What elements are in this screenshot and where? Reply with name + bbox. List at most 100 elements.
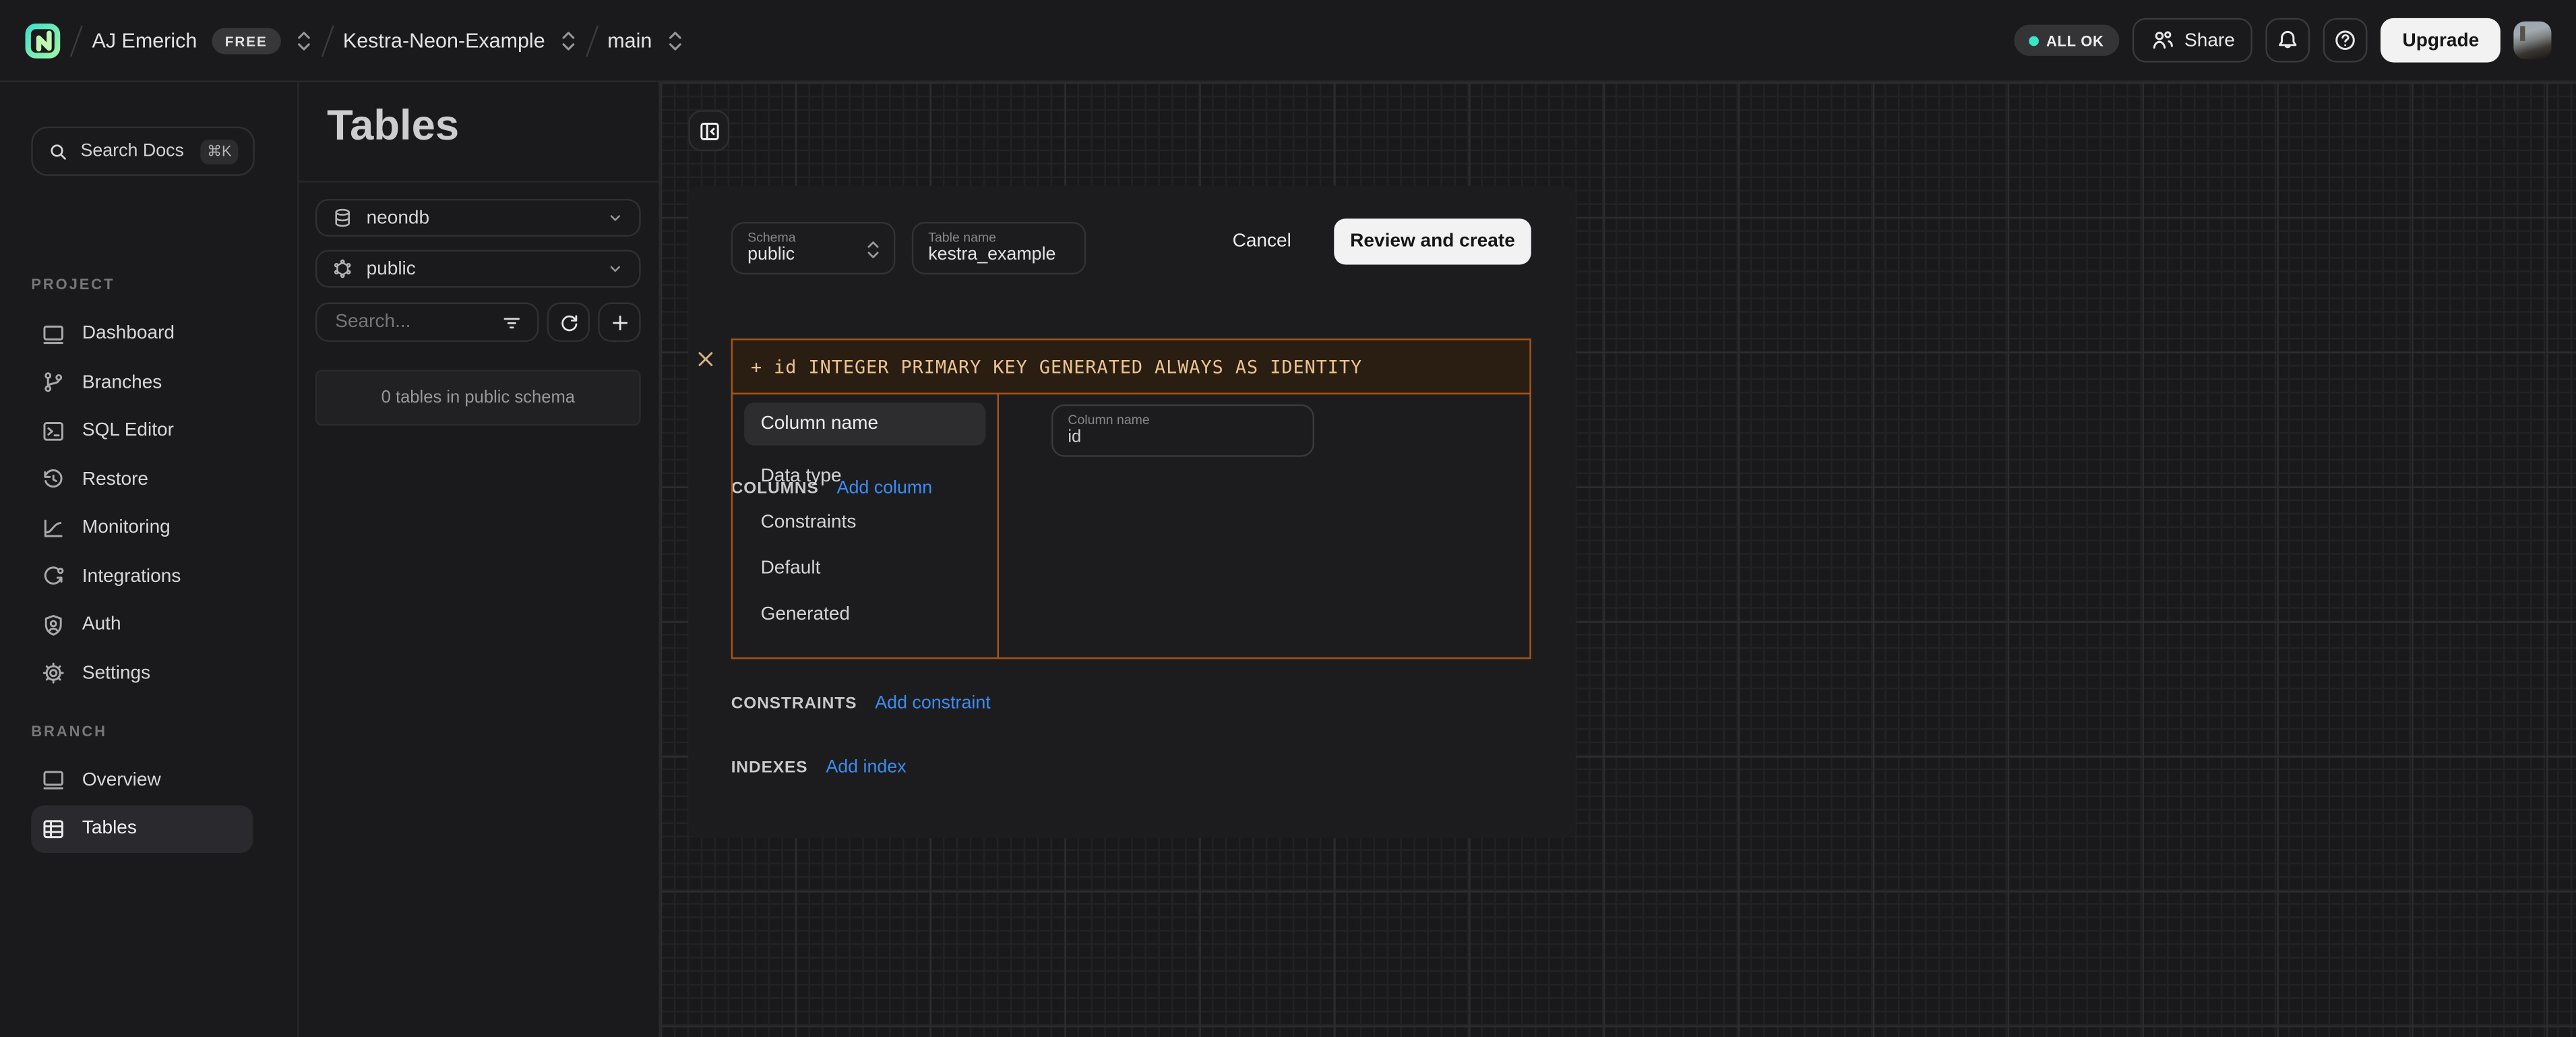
column-name-field-label: Column name [1068, 413, 1297, 427]
search-docs-label: Search Docs [80, 142, 184, 161]
sidebar-item-label: Dashboard [82, 324, 175, 344]
share-label: Share [2184, 30, 2235, 50]
project-section-label: PROJECT [31, 276, 115, 293]
remove-column-button[interactable] [695, 349, 716, 370]
sidebar-item-restore[interactable]: Restore [31, 455, 253, 504]
add-table-button[interactable] [598, 303, 640, 343]
collapse-panel-button[interactable] [688, 110, 729, 151]
sidebar-item-dashboard[interactable]: Dashboard [31, 309, 253, 358]
filter-icon[interactable] [501, 312, 522, 333]
sidebar-item-label: SQL Editor [82, 421, 174, 441]
upgrade-button[interactable]: Upgrade [2381, 18, 2501, 63]
branch-section-label: BRANCH [31, 723, 107, 740]
add-constraint-link[interactable]: Add constraint [875, 694, 990, 713]
tab-generated[interactable]: Generated [744, 605, 985, 624]
project-nav: Dashboard Branches SQL Editor Restore [0, 309, 297, 697]
constraints-label: CONSTRAINTS [731, 695, 857, 713]
search-docs-button[interactable]: Search Docs ⌘K [31, 127, 255, 176]
sidebar-item-label: Overview [82, 771, 161, 790]
cancel-button[interactable]: Cancel [1233, 232, 1291, 251]
empty-state: 0 tables in public schema [315, 369, 641, 425]
branch-selector-icon[interactable] [667, 29, 683, 52]
panel-divider [299, 181, 659, 182]
tab-column-name[interactable]: Column name [744, 403, 985, 445]
schema-field-label: Schema [747, 230, 879, 245]
plan-badge: FREE [212, 27, 280, 53]
refresh-button[interactable] [547, 303, 590, 343]
branch-name[interactable]: main [607, 29, 652, 52]
select-updown-icon [866, 238, 881, 261]
bell-icon [2276, 28, 2301, 53]
tab-constraints[interactable]: Constraints [744, 513, 985, 533]
sidebar-item-settings[interactable]: Settings [31, 649, 253, 698]
tab-data-type[interactable]: Data type [744, 467, 985, 486]
shortcut-badge: ⌘K [200, 139, 238, 164]
sidebar-item-label: Tables [82, 819, 137, 838]
neon-logo-icon[interactable] [25, 20, 61, 60]
add-index-link[interactable]: Add index [826, 758, 906, 777]
branch-nav: Overview Tables [0, 756, 297, 853]
form-actions: Cancel Review and create [1233, 218, 1531, 264]
main-area: Schema public Table name kestra_example … [661, 82, 2576, 1037]
schema-icon [332, 258, 353, 280]
notifications-button[interactable] [2266, 18, 2310, 63]
integrations-icon [41, 564, 66, 589]
refresh-icon [558, 312, 580, 333]
column-editor-content: Column name id [999, 394, 1529, 657]
help-button[interactable] [2323, 18, 2368, 63]
git-branch-icon [41, 370, 66, 395]
sidebar-item-monitoring[interactable]: Monitoring [31, 504, 253, 552]
status-badge[interactable]: ALL OK [2013, 25, 2118, 56]
column-editor-tabs: Column name Data type Constraints Defaul… [733, 394, 999, 657]
project-name[interactable]: Kestra-Neon-Example [343, 29, 545, 52]
column-name-field[interactable]: Column name id [1051, 405, 1314, 457]
schema-field[interactable]: Schema public [731, 222, 896, 274]
tab-default[interactable]: Default [744, 559, 985, 579]
status-label: ALL OK [2046, 32, 2104, 49]
project-selector-icon[interactable] [560, 29, 576, 52]
top-header: AJ Emerich FREE Kestra-Neon-Example main… [0, 0, 2576, 82]
user-avatar[interactable] [2513, 22, 2551, 59]
column-editor: Column name Data type Constraints Defaul… [731, 393, 1531, 659]
column-sql-text: + id INTEGER PRIMARY KEY GENERATED ALWAY… [751, 356, 1362, 378]
column-name-field-value: id [1068, 427, 1297, 449]
gear-icon [41, 661, 66, 686]
search-input[interactable] [332, 311, 501, 334]
database-value: neondb [367, 208, 430, 227]
plus-icon [609, 312, 630, 333]
schema-value: public [367, 259, 416, 278]
chevron-down-icon [606, 260, 624, 278]
review-and-create-button[interactable]: Review and create [1334, 218, 1531, 264]
database-icon [332, 207, 353, 229]
sidebar-item-label: Integrations [82, 566, 181, 586]
constraints-section-header: CONSTRAINTS Add constraint [731, 694, 991, 713]
breadcrumb-divider [70, 24, 83, 56]
schema-select[interactable]: public [315, 250, 641, 288]
sidebar-item-label: Auth [82, 615, 121, 634]
share-button[interactable]: Share [2132, 18, 2253, 63]
panel-collapse-icon [698, 119, 720, 142]
table-name-field[interactable]: Table name kestra_example [912, 222, 1086, 274]
sidebar-item-branches[interactable]: Branches [31, 358, 253, 407]
indexes-section-header: INDEXES Add index [731, 758, 907, 777]
sidebar-item-sql-editor[interactable]: SQL Editor [31, 407, 253, 455]
schema-field-value: public [747, 245, 879, 266]
sidebar-item-tables[interactable]: Tables [31, 804, 253, 853]
table-search-input[interactable] [315, 303, 539, 343]
org-selector-icon[interactable] [295, 29, 311, 52]
sidebar-item-integrations[interactable]: Integrations [31, 552, 253, 601]
table-search-row [315, 303, 641, 343]
sidebar-item-label: Branches [82, 373, 162, 392]
tables-panel: Tables neondb public [299, 82, 661, 1037]
column-sql-row[interactable]: + id INTEGER PRIMARY KEY GENERATED ALWAY… [731, 338, 1531, 394]
terminal-icon [41, 419, 66, 444]
database-select[interactable]: neondb [315, 199, 641, 237]
help-icon [2333, 28, 2358, 53]
create-table-card: Schema public Table name kestra_example … [688, 185, 1575, 838]
org-name[interactable]: AJ Emerich [92, 29, 197, 52]
sidebar-item-overview[interactable]: Overview [31, 756, 253, 804]
table-name-value: kestra_example [928, 245, 1070, 266]
sidebar-item-auth[interactable]: Auth [31, 601, 253, 649]
sidebar-item-label: Monitoring [82, 518, 171, 537]
window-icon [41, 768, 66, 793]
